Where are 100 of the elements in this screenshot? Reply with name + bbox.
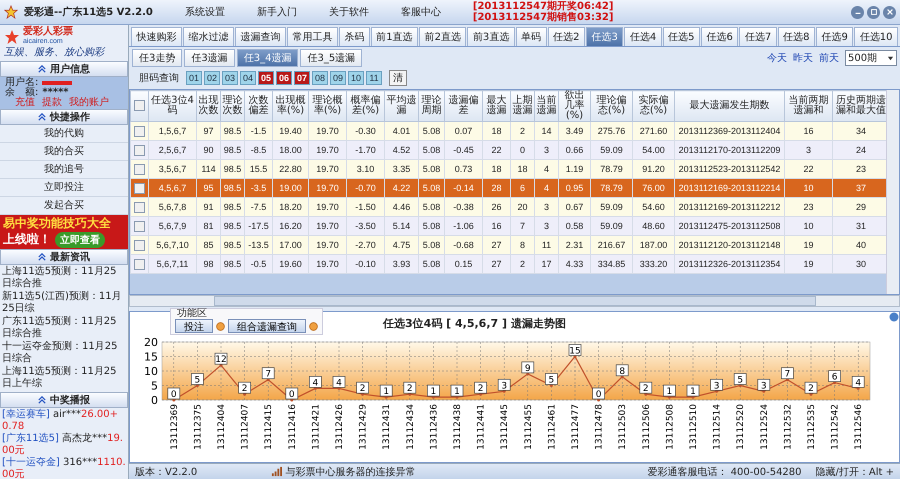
column-header[interactable]: 欲出几率(%)	[558, 90, 590, 122]
quick-link[interactable]: 立即投注	[0, 179, 128, 197]
minimize-button[interactable]	[851, 6, 864, 18]
sub-tab[interactable]: 任3遗漏	[184, 49, 235, 67]
column-header[interactable]: 最大遗漏发生期数	[674, 90, 784, 122]
day-link[interactable]: 前天	[819, 51, 839, 65]
tab[interactable]: 任选3	[586, 27, 624, 46]
tab[interactable]: 任选2	[548, 27, 586, 46]
section-header[interactable]: 快捷操作	[0, 109, 128, 125]
column-header[interactable]: 理论次数	[220, 90, 244, 122]
number-toggle[interactable]: 07	[294, 71, 310, 85]
column-header[interactable]: 历史两期遗漏和最大值	[832, 90, 886, 122]
row-checkbox[interactable]	[134, 144, 145, 156]
close-button[interactable]	[883, 6, 896, 18]
menu-item[interactable]: 客服中心	[400, 5, 441, 19]
table-row[interactable]: 1,5,6,7 97 98.5 -1.5 19.40 19.70 -0.30 4.01 5.08 0.07 18 2 14 3.49 275.76 271.60 2013112369-2013112404 16 34	[130, 122, 886, 140]
row-checkbox[interactable]	[134, 202, 145, 213]
quick-link[interactable]: 我的代购	[0, 125, 128, 143]
table-row[interactable]: 5,6,7,9 81 98.5 -17.5 16.20 19.70 -3.50 5.14 5.08 -1.06 16 7 3 0.58 59.09 48.60 2013112475-2013112508 10 31	[130, 216, 886, 236]
menu-item[interactable]: 新手入门	[256, 5, 297, 19]
tab[interactable]: 任选9	[816, 27, 854, 46]
column-header[interactable]: 任选3位4码	[148, 90, 196, 122]
day-link[interactable]: 今天	[767, 51, 787, 65]
column-header[interactable]: 出现概率(%)	[272, 90, 308, 122]
column-header[interactable]: 当前遗漏	[534, 90, 558, 122]
tab[interactable]: 遗漏查询	[234, 27, 286, 46]
column-header[interactable]: 出现次数	[196, 90, 220, 122]
news-link[interactable]: 广东11选5预测：11月25日综合推	[2, 316, 126, 341]
menu-item[interactable]: 关于软件	[328, 5, 369, 19]
view-now-button[interactable]: 立即查看	[55, 232, 105, 248]
sub-tab[interactable]: 任3_4遗漏	[236, 49, 298, 67]
tab[interactable]: 缩水过滤	[182, 27, 234, 46]
action-button[interactable]: 组合遗漏查询	[228, 319, 306, 333]
column-header[interactable]: 遗漏偏差	[444, 90, 482, 122]
number-toggle[interactable]: 04	[240, 71, 256, 85]
number-toggle[interactable]: 05	[258, 71, 274, 85]
number-toggle[interactable]: 11	[366, 71, 382, 85]
promo-banner[interactable]: 易中奖功能技巧大全 上线啦！ 立即查看	[0, 215, 128, 249]
tab[interactable]: 杀码	[338, 27, 370, 46]
tab[interactable]: 快速购彩	[131, 27, 182, 46]
number-toggle[interactable]: 10	[348, 71, 364, 85]
tab[interactable]: 任选5	[662, 27, 700, 46]
row-checkbox[interactable]	[134, 182, 145, 194]
row-checkbox[interactable]	[134, 220, 145, 232]
column-header[interactable]: 实际偏态(%)	[632, 90, 674, 122]
tab[interactable]: 任选7	[739, 27, 777, 46]
row-checkbox[interactable]	[134, 126, 145, 137]
number-toggle[interactable]: 06	[276, 71, 292, 85]
section-header[interactable]: 中奖播报	[0, 392, 128, 408]
column-header[interactable]: 理论周期	[418, 90, 444, 122]
column-header[interactable]: 平均遗漏	[384, 90, 418, 122]
table-row[interactable]: 3,5,6,7 114 98.5 15.5 22.80 19.70 3.10 3.35 5.08 0.73 18 18 4 1.19 78.79 91.20 2013112523-2013112542 22 23	[130, 160, 886, 178]
section-header[interactable]: 用户信息	[0, 61, 128, 77]
column-header[interactable]: 上期遗漏	[510, 90, 534, 122]
sub-tab[interactable]: 任3_5遗漏	[300, 49, 362, 67]
tab[interactable]: 前1直选	[370, 27, 418, 46]
action-button[interactable]: 投注	[175, 319, 213, 333]
day-link[interactable]: 昨天	[793, 51, 813, 65]
vertical-scrollbar[interactable]	[886, 90, 899, 294]
tab[interactable]: 前3直选	[467, 27, 515, 46]
row-checkbox[interactable]	[134, 258, 145, 270]
row-checkbox[interactable]	[134, 240, 145, 251]
tab[interactable]: 任选8	[778, 27, 815, 46]
tab[interactable]: 任选10	[854, 27, 898, 46]
table-row[interactable]: 5,6,7,11 98 98.5 -0.5 19.60 19.70 -0.10 3.93 5.08 0.15 27 2 17 4.33 334.85 333.20 2013112326-2013112354 19 30	[130, 254, 886, 274]
sub-tab[interactable]: 任3走势	[132, 49, 182, 67]
select-all-checkbox[interactable]	[134, 100, 145, 112]
menu-item[interactable]: 系统设置	[184, 5, 225, 19]
section-header[interactable]: 最新资讯	[0, 249, 128, 265]
table-row[interactable]: 5,6,7,10 85 98.5 -13.5 17.00 19.70 -2.70 4.75 5.08 -0.68 27 8 11 2.31 216.67 187.00 2013112120-2013112148 19 40	[130, 236, 886, 254]
column-header[interactable]: 次数偏差	[244, 90, 272, 122]
tab[interactable]: 常用工具	[286, 27, 338, 46]
number-toggle[interactable]: 09	[330, 71, 346, 85]
number-toggle[interactable]: 08	[312, 71, 328, 85]
scroll-thumb[interactable]	[214, 296, 816, 306]
tab[interactable]: 单码	[516, 27, 547, 46]
clear-button[interactable]: 清	[389, 70, 407, 86]
news-link[interactable]: 新11选5(江西)预测：11月25日综	[2, 291, 126, 316]
news-link[interactable]: 上海11选5预测：11月25日综合推	[2, 266, 126, 291]
tab[interactable]: 任选4	[624, 27, 662, 46]
column-header[interactable]: 概率偏差(%)	[346, 90, 384, 122]
row-checkbox[interactable]	[134, 164, 145, 175]
number-toggle[interactable]: 03	[222, 71, 238, 85]
quick-link[interactable]: 我的追号	[0, 161, 128, 179]
table-row[interactable]: 5,6,7,8 91 98.5 -7.5 18.20 19.70 -1.50 4.46 5.08 -0.38 26 20 3 0.67 59.09 54.60 2013112169-2013112212 23 29	[130, 198, 886, 216]
table-row[interactable]: 4,5,6,7 95 98.5 -3.5 19.00 19.70 -0.70 4.22 5.08 -0.14 28 6 4 0.95 78.79 76.00 2013112169-2013112214 10 37	[130, 178, 886, 198]
tab[interactable]: 前2直选	[419, 27, 466, 46]
horizontal-scrollbar[interactable]	[129, 295, 900, 307]
number-toggle[interactable]: 01	[186, 71, 202, 85]
quick-link[interactable]: 我的合买	[0, 143, 128, 161]
number-toggle[interactable]: 02	[204, 71, 220, 85]
period-select[interactable]: 500期	[845, 50, 897, 66]
column-header[interactable]: 最大遗漏	[482, 90, 510, 122]
restore-button[interactable]	[867, 6, 880, 18]
news-link[interactable]: 上海11选5预测：11月25日上午综	[2, 366, 126, 391]
column-header[interactable]: 理论概率(%)	[308, 90, 346, 122]
table-row[interactable]: 2,5,6,7 90 98.5 -8.5 18.00 19.70 -1.70 4.52 5.08 -0.45 22 0 3 0.66 59.09 54.00 2013112170-2013112209 3 24	[130, 140, 886, 160]
news-link[interactable]: 十一运夺金预测：11月25日综合	[2, 341, 126, 366]
column-header[interactable]: 当前两期遗漏和	[784, 90, 832, 122]
tab[interactable]: 任选6	[701, 27, 738, 46]
